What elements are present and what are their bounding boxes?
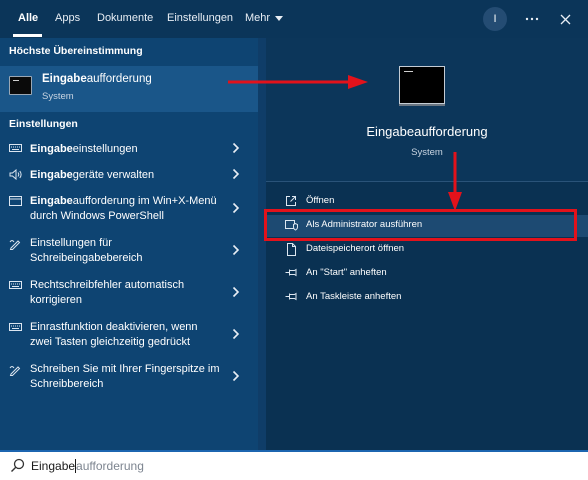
setting-item-label: Schreiben Sie mit Ihrer Fingerspitze im … [30, 363, 220, 390]
pin-icon [284, 267, 298, 281]
detail-subtitle: System [411, 147, 443, 158]
close-icon[interactable] [555, 9, 575, 29]
chevron-right-icon [232, 244, 244, 258]
action-run-as-admin[interactable]: Als Administrator ausführen [266, 215, 588, 237]
command-prompt-icon [9, 76, 32, 95]
active-tab-indicator [13, 34, 42, 37]
action-pin-to-taskbar[interactable]: An Taskleiste anheften [266, 287, 588, 309]
shield-icon [284, 219, 298, 233]
setting-item-label-typed: Eingabe [30, 143, 73, 155]
tab-more[interactable]: Mehr [245, 12, 284, 24]
action-label: An Taskleiste anheften [306, 291, 402, 302]
best-match-title-typed: Eingabe [42, 73, 87, 85]
best-match-title-rest: aufforderung [86, 73, 152, 85]
chevron-right-icon [232, 286, 244, 300]
setting-item-label: Einrastfunktion deaktivieren, wenn zwei … [30, 321, 198, 348]
action-pin-to-start[interactable]: An "Start" anheften [266, 263, 588, 285]
setting-item-autocorrect[interactable]: Rechtschreibfehler automatisch korrigier… [0, 276, 258, 310]
search-bar[interactable]: Eingabe aufforderung [0, 450, 588, 480]
setting-item-winx-menu[interactable]: Eingabeaufforderung im Win+X-Menü durch … [0, 192, 258, 226]
action-label: An "Start" anheften [306, 267, 387, 278]
divider [266, 181, 588, 182]
search-icon [10, 458, 25, 473]
speaker-icon [8, 168, 22, 181]
detail-panel: Eingabeaufforderung System Öffnen Als Ad… [266, 38, 588, 450]
action-label: Öffnen [306, 195, 335, 206]
setting-item-label: Eingabegeräte verwalten [30, 169, 155, 181]
action-open-file-location[interactable]: Dateispeicherort öffnen [266, 239, 588, 261]
chevron-down-icon [275, 16, 284, 21]
tab-all[interactable]: Alle [18, 12, 38, 24]
search-input[interactable]: Eingabe aufforderung [31, 459, 144, 473]
avatar[interactable]: I [483, 7, 507, 31]
open-icon [284, 195, 298, 209]
ellipsis-icon[interactable] [522, 9, 542, 29]
chevron-right-icon [232, 202, 244, 216]
setting-item-sticky-keys[interactable]: Einrastfunktion deaktivieren, wenn zwei … [0, 318, 258, 352]
best-match-item[interactable]: Eingabeaufforderung System [0, 66, 258, 112]
best-match-header: Höchste Übereinstimmung [9, 45, 143, 57]
tab-apps[interactable]: Apps [55, 12, 80, 24]
chevron-right-icon [232, 168, 244, 182]
top-navigation: Alle Apps Dokumente Einstellungen Mehr I [0, 0, 588, 38]
setting-item-fingertip-writing[interactable]: Schreiben Sie mit Ihrer Fingerspitze im … [0, 360, 258, 394]
search-typed-text: Eingabe [31, 459, 76, 473]
setting-item-label: Eingabeeinstellungen [30, 143, 138, 155]
terminal-icon [8, 196, 22, 208]
best-match-subtitle: System [42, 91, 74, 102]
keyboard-icon [8, 280, 22, 292]
chevron-right-icon [232, 370, 244, 384]
chevron-right-icon [232, 328, 244, 342]
pin-icon [284, 291, 298, 305]
settings-header: Einstellungen [9, 118, 78, 130]
folder-icon [284, 243, 298, 257]
setting-item-handwriting-settings[interactable]: Einstellungen für Schreibeingabebereich [0, 234, 258, 268]
keyboard-icon [8, 143, 22, 155]
tab-settings[interactable]: Einstellungen [167, 12, 233, 24]
command-prompt-icon [399, 66, 445, 104]
setting-item-label: Eingabeaufforderung im Win+X-Menü durch … [30, 195, 217, 222]
setting-item-label-typed: Eingabe [30, 195, 73, 207]
best-match-title: Eingabeaufforderung [42, 73, 152, 85]
keyboard-icon [8, 322, 22, 334]
pen-icon [8, 238, 22, 250]
chevron-right-icon [232, 142, 244, 156]
results-list: Höchste Übereinstimmung Eingabeaufforder… [0, 38, 258, 450]
action-label: Als Administrator ausführen [306, 219, 423, 230]
action-open[interactable]: Öffnen [266, 191, 588, 213]
detail-title: Eingabeaufforderung [366, 124, 488, 139]
setting-item-label-typed: Eingabe [30, 169, 73, 181]
setting-item-manage-devices[interactable]: Eingabegeräte verwalten [0, 164, 258, 188]
action-label: Dateispeicherort öffnen [306, 243, 405, 254]
setting-item-input-settings[interactable]: Eingabeeinstellungen [0, 138, 258, 162]
search-suggestion: aufforderung [76, 459, 144, 473]
setting-item-label: Rechtschreibfehler automatisch korrigier… [30, 279, 185, 306]
tab-documents[interactable]: Dokumente [97, 12, 153, 24]
tab-more-label: Mehr [245, 12, 271, 24]
detail-header: Eingabeaufforderung System [266, 38, 588, 181]
setting-item-label: Einstellungen für Schreibeingabebereich [30, 237, 143, 264]
pen-icon [8, 364, 22, 376]
